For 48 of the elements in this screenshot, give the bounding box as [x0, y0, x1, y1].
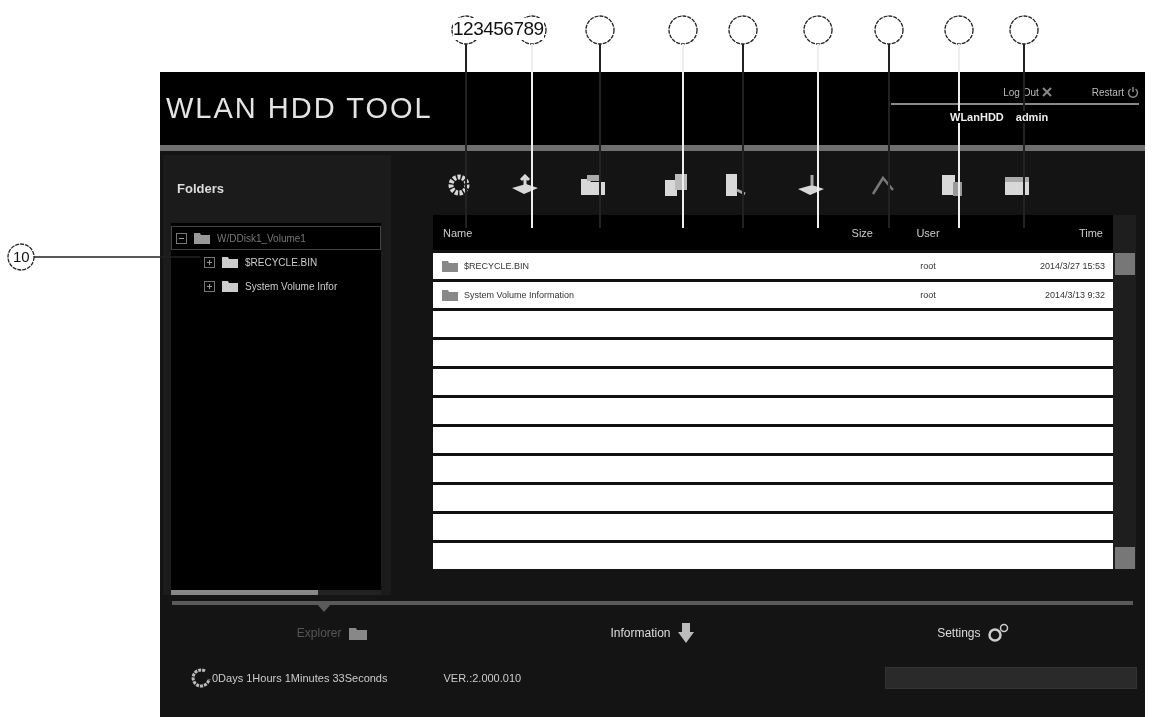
column-header[interactable]: Name	[433, 226, 813, 239]
table-cell-text: 2014/3/27 15:53	[1038, 261, 1106, 271]
table-cell-text: root	[919, 290, 937, 300]
gear-icon	[447, 172, 471, 198]
uptime-text: 0Days 1Hours 1Minutes 33Seconds	[212, 672, 388, 684]
folder-icon	[579, 173, 607, 197]
tree-item[interactable]: $RECYCLE.BIN	[171, 250, 381, 274]
power-icon	[1127, 86, 1139, 98]
column-header[interactable]: Size	[813, 226, 883, 239]
table-row[interactable]: $RECYCLE.BIN root 2014/3/27 15:53	[433, 253, 1113, 279]
column-header[interactable]: Time	[973, 226, 1113, 239]
app-title: WLAN HDD TOOL	[165, 92, 433, 125]
nav-tab[interactable]: Settings	[812, 622, 1133, 644]
callout-numbers: 123456789	[453, 18, 544, 40]
tree-item[interactable]: W/DDisk1_Volume1	[171, 226, 381, 250]
refresh-icon	[190, 667, 212, 689]
folder-icon	[193, 231, 211, 245]
expand-icon[interactable]	[204, 256, 215, 268]
callout-number: 10	[13, 248, 30, 265]
disk-arrow-icon	[510, 174, 540, 196]
folder-icon	[441, 259, 459, 273]
pointer-icon	[317, 604, 331, 612]
folder-icon	[221, 279, 239, 293]
close-icon	[1041, 87, 1052, 97]
file-name: System Volume Information	[464, 290, 575, 300]
scrollbar[interactable]	[171, 590, 381, 595]
document-icon	[939, 172, 965, 198]
folder-icon	[221, 255, 239, 269]
table-cell-text: root	[919, 261, 937, 271]
device-name: WLanHDD	[949, 111, 1005, 123]
folder-icon	[347, 625, 368, 641]
documents-icon	[663, 172, 689, 198]
column-header[interactable]: User	[883, 226, 973, 239]
tree-item[interactable]: System Volume Infor	[171, 274, 381, 298]
collapse-icon[interactable]	[176, 232, 187, 244]
down-arrow-icon	[676, 622, 695, 644]
expand-icon[interactable]	[204, 280, 215, 292]
user-name: admin	[1014, 111, 1050, 123]
table-row[interactable]: System Volume Information root 2014/3/13 9:32	[433, 282, 1113, 308]
folder-icon	[441, 288, 459, 302]
file-name: $RECYCLE.BIN	[464, 261, 530, 271]
disk-arrow-icon	[796, 173, 826, 197]
version-text: VER.:2.000.010	[443, 672, 522, 684]
restart-link[interactable]: Restart	[1091, 86, 1139, 98]
panel-title: Folders	[176, 180, 225, 198]
gears-icon	[986, 623, 1009, 643]
table-cell-text: 2014/3/13 9:32	[1043, 290, 1106, 300]
nav-tab[interactable]: Information	[492, 621, 813, 645]
